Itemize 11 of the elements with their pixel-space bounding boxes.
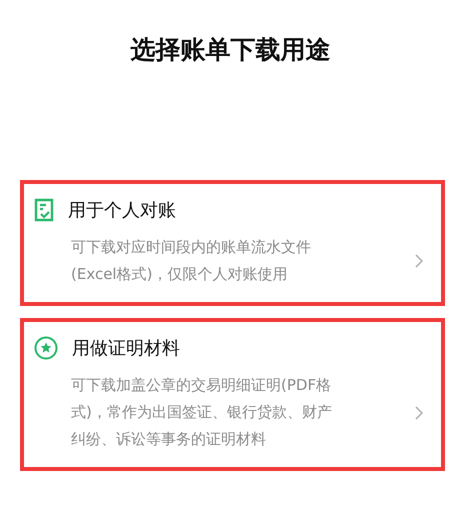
document-check-icon <box>34 198 54 222</box>
star-circle-icon <box>34 336 58 360</box>
option-title: 用做证明材料 <box>72 337 180 360</box>
option-description: 可下载加盖公章的交易明细证明(PDF格 式)，常作为出国签证、银行贷款、财产 纠纷、诉讼等事务的证明材料 <box>71 375 332 450</box>
option-card[interactable]: 用做证明材料 可下载加盖公章的交易明细证明(PDF格 式)，常作为出国签证、银行贷款、财产 纠纷、诉讼等事务的证明材料 <box>20 318 445 471</box>
option-description: 可下载对应时间段内的账单流水文件 (Excel格式)，仅限个人对账使用 <box>71 237 311 285</box>
option-title: 用于个人对账 <box>68 199 176 222</box>
chevron-right-icon <box>415 406 423 420</box>
option-card[interactable]: 用于个人对账 可下载对应时间段内的账单流水文件 (Excel格式)，仅限个人对账使用 <box>20 180 445 306</box>
chevron-right-icon <box>415 254 423 268</box>
page-title: 选择账单下载用途 <box>130 34 332 66</box>
